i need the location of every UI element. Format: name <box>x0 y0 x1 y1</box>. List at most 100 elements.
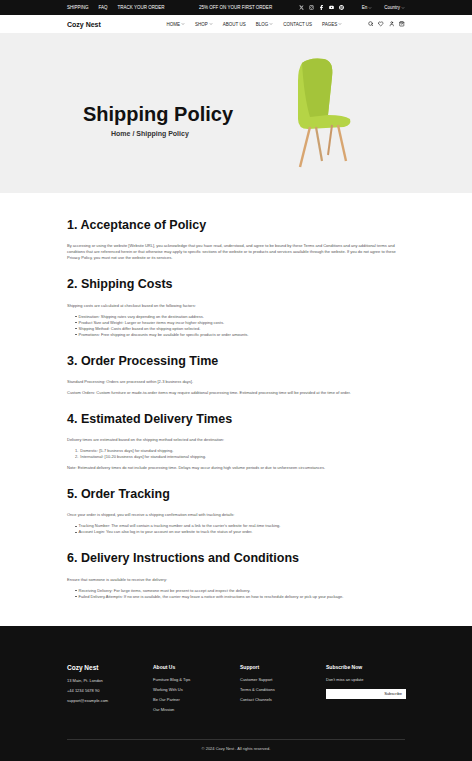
footer-contact: 13 Main, Pt. London <box>67 678 153 683</box>
subscribe-text: Don't miss an update <box>326 677 406 682</box>
page-title: Shipping Policy <box>83 103 233 126</box>
policy-section: 5. Order Tracking Once your order is ship… <box>67 486 405 535</box>
hero-banner: Shipping Policy Home / Shipping Policy <box>0 33 472 193</box>
paragraph: By accessing or using the website [Websi… <box>67 243 405 261</box>
numbered-list: 1.Domestic: [5-7 business days] for stan… <box>67 448 405 460</box>
bullet-list: Tracking Number: The email will contain … <box>67 523 405 535</box>
nav-item[interactable]: ABOUT US <box>223 22 246 27</box>
bullet-dot <box>75 316 77 318</box>
page: SHIPPING FAQ TRACK YOUR ORDER 25% OFF ON YO… <box>0 0 472 761</box>
chevron-down-icon <box>209 22 213 26</box>
section-heading: 2. Shipping Costs <box>67 276 405 292</box>
paragraph: Custom Orders: Custom furniture or made-… <box>67 390 405 396</box>
bullet-item: Account Login: You can also log in to yo… <box>75 529 405 535</box>
nav-bar: Cozy Nest HOME SHOP ABOUT US BLOG CONTACT US P… <box>0 15 472 33</box>
search-icon[interactable] <box>368 21 374 27</box>
paragraph: Standard Processing: Orders are processe… <box>67 379 405 385</box>
bag-icon[interactable] <box>399 21 405 27</box>
nav-item[interactable]: BLOG <box>256 22 274 27</box>
copyright: © 2024 Cozy Nest . All rights reserved. <box>67 740 405 761</box>
bullet-dot <box>75 328 77 330</box>
footer-link[interactable]: Customer Support <box>240 677 326 682</box>
footer-logo[interactable]: Cozy Nest <box>67 664 153 671</box>
footer-brand: Cozy Nest 13 Main, Pt. London +44 1234 567… <box>67 664 153 714</box>
subscribe-button[interactable]: Subscribe <box>380 689 406 699</box>
chevron-down-icon <box>181 22 185 26</box>
footer-contact: +44 1234 5678 90 <box>67 688 153 693</box>
x-icon[interactable] <box>299 5 304 10</box>
footer-link[interactable]: Terms & Conditions <box>240 687 326 692</box>
footer-contact: support@example.com <box>67 698 153 703</box>
paragraph: Note: Estimated delivery times do not in… <box>67 465 405 471</box>
policy-section: 2. Shipping Costs Shipping costs are calc… <box>67 276 405 337</box>
logo[interactable]: Cozy Nest <box>67 21 101 28</box>
footer-title: Subscribe Now <box>326 664 406 670</box>
chevron-down-icon <box>269 22 273 26</box>
bullet-item: Shipping Method: Costs differ based on t… <box>75 326 405 332</box>
section-heading: 3. Order Processing Time <box>67 353 405 369</box>
nav-item[interactable]: CONTACT US <box>283 22 312 27</box>
section-heading: 4. Estimated Delivery Times <box>67 411 405 427</box>
footer: Cozy Nest 13 Main, Pt. London +44 1234 567… <box>0 626 472 761</box>
bullet-list: Receiving Delivery: For large items, som… <box>67 588 405 600</box>
footer-title: About Us <box>153 664 240 670</box>
bullet-item: Destination: Shipping rates vary dependi… <box>75 314 405 320</box>
bullet-dot <box>75 322 77 324</box>
promo-text: 25% OFF ON YOUR FIRST ORDER <box>199 5 272 10</box>
chair-image <box>288 57 360 169</box>
footer-link[interactable]: Working With Us <box>153 687 240 692</box>
paragraph: Once your order is shipped, you will rec… <box>67 512 405 518</box>
breadcrumb[interactable]: Home / Shipping Policy <box>83 130 233 137</box>
bullet-item: Promotions: Free shipping or discounts m… <box>75 332 405 338</box>
email-input[interactable] <box>326 689 380 699</box>
chevron-down-icon <box>368 6 372 10</box>
top-link[interactable]: FAQ <box>99 5 108 10</box>
paragraph: Delivery times are estimated based on th… <box>67 437 405 443</box>
bullet-dot <box>75 532 77 534</box>
nav-item[interactable]: SHOP <box>195 22 213 27</box>
paragraph: Ensure that someone is available to rece… <box>67 577 405 583</box>
facebook-icon[interactable] <box>319 5 324 10</box>
bullet-item: Failed Delivery Attempts: If no one is a… <box>75 594 405 600</box>
country-select[interactable]: Country <box>384 5 405 10</box>
bullet-item: Product Size and Weight: Larger or heavi… <box>75 320 405 326</box>
numbered-item: 1.Domestic: [5-7 business days] for stan… <box>75 448 405 454</box>
paragraph: Shipping costs are calculated at checkou… <box>67 303 405 309</box>
bullet-dot <box>75 334 77 336</box>
policy-section: 6. Delivery Instructions and Conditions E… <box>67 550 405 599</box>
section-heading: 5. Order Tracking <box>67 486 405 502</box>
policy-section: 3. Order Processing Time Standard Process… <box>67 353 405 396</box>
user-icon[interactable] <box>389 21 395 27</box>
section-heading: 1. Acceptance of Policy <box>67 217 405 233</box>
top-bar: SHIPPING FAQ TRACK YOUR ORDER 25% OFF ON YO… <box>0 0 472 15</box>
footer-link[interactable]: Contact Channels <box>240 697 326 702</box>
youtube-icon[interactable] <box>329 5 334 10</box>
footer-link[interactable]: Be Our Partner <box>153 697 240 702</box>
nav-item[interactable]: HOME <box>167 22 186 27</box>
bullet-dot <box>75 596 77 598</box>
footer-column: Support Customer Support Terms & Condition… <box>240 664 326 714</box>
top-link[interactable]: SHIPPING <box>67 5 89 10</box>
nav-menu: HOME SHOP ABOUT US BLOG CONTACT US PAGES <box>167 22 343 27</box>
bullet-list: Destination: Shipping rates vary dependi… <box>67 314 405 338</box>
section-heading: 6. Delivery Instructions and Conditions <box>67 550 405 566</box>
instagram-icon[interactable] <box>309 5 314 10</box>
policy-section: 1. Acceptance of Policy By accessing or u… <box>67 217 405 261</box>
bullet-dot <box>75 590 77 592</box>
footer-link[interactable]: Our Mission <box>153 707 240 712</box>
footer-title: Support <box>240 664 326 670</box>
chevron-down-icon <box>401 6 405 10</box>
footer-subscribe: Subscribe Now Don't miss an update Subscri… <box>326 664 406 714</box>
policy-section: 4. Estimated Delivery Times Delivery time… <box>67 411 405 471</box>
pinterest-icon[interactable] <box>339 5 344 10</box>
bullet-item: Receiving Delivery: For large items, som… <box>75 588 405 594</box>
language-select[interactable]: En <box>362 5 373 10</box>
bullet-dot <box>75 526 77 528</box>
policy-content: 1. Acceptance of Policy By accessing or u… <box>0 193 472 626</box>
nav-item[interactable]: PAGES <box>322 22 342 27</box>
top-link[interactable]: TRACK YOUR ORDER <box>118 5 165 10</box>
bullet-item: Tracking Number: The email will contain … <box>75 523 405 529</box>
heart-icon[interactable] <box>378 21 384 27</box>
footer-column: About Us Furniture Blog & Tips Working Wit… <box>153 664 240 714</box>
footer-link[interactable]: Furniture Blog & Tips <box>153 677 240 682</box>
